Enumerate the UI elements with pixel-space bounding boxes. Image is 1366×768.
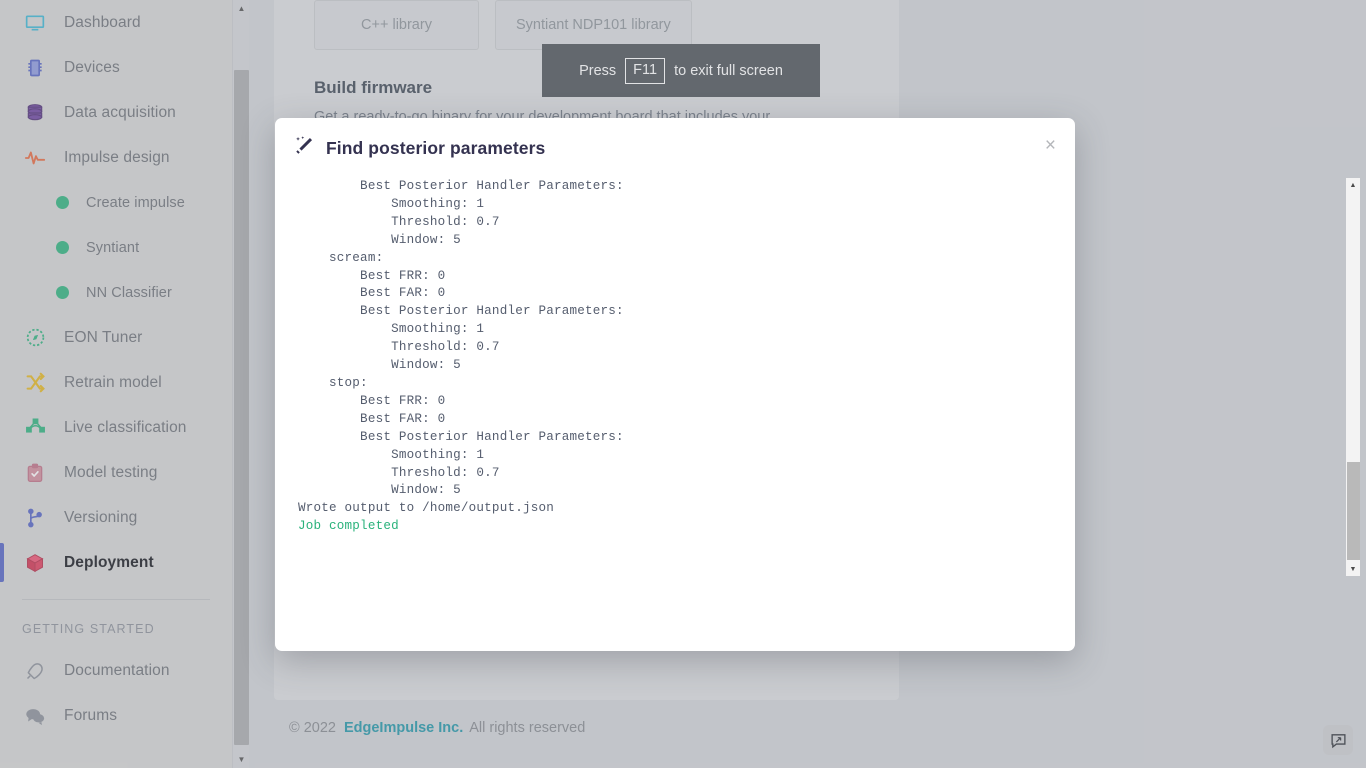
app-root: Dashboard Devices Data acquisition Impul… <box>0 0 1366 768</box>
console-output-viewport[interactable]: Best Posterior Handler Parameters: Smoot… <box>275 178 1075 582</box>
magic-wand-icon <box>294 135 315 161</box>
modal-scroll-up-arrow-icon[interactable]: ▲ <box>1346 178 1360 192</box>
console-log-text: Best Posterior Handler Parameters: Smoot… <box>298 179 624 516</box>
console-status-text: Job completed <box>298 519 399 534</box>
modal-header: Find posterior parameters × <box>275 118 1075 178</box>
console-output: Best Posterior Handler Parameters: Smoot… <box>298 178 1058 536</box>
find-posterior-parameters-modal: Find posterior parameters × Best Posteri… <box>275 118 1075 651</box>
modal-scrollbar-thumb[interactable] <box>1347 462 1360 560</box>
close-icon[interactable]: × <box>1045 136 1056 155</box>
modal-title: Find posterior parameters <box>326 137 546 158</box>
modal-scrollbar[interactable]: ▲ ▼ <box>1346 178 1360 576</box>
modal-scroll-down-arrow-icon[interactable]: ▼ <box>1346 562 1360 576</box>
